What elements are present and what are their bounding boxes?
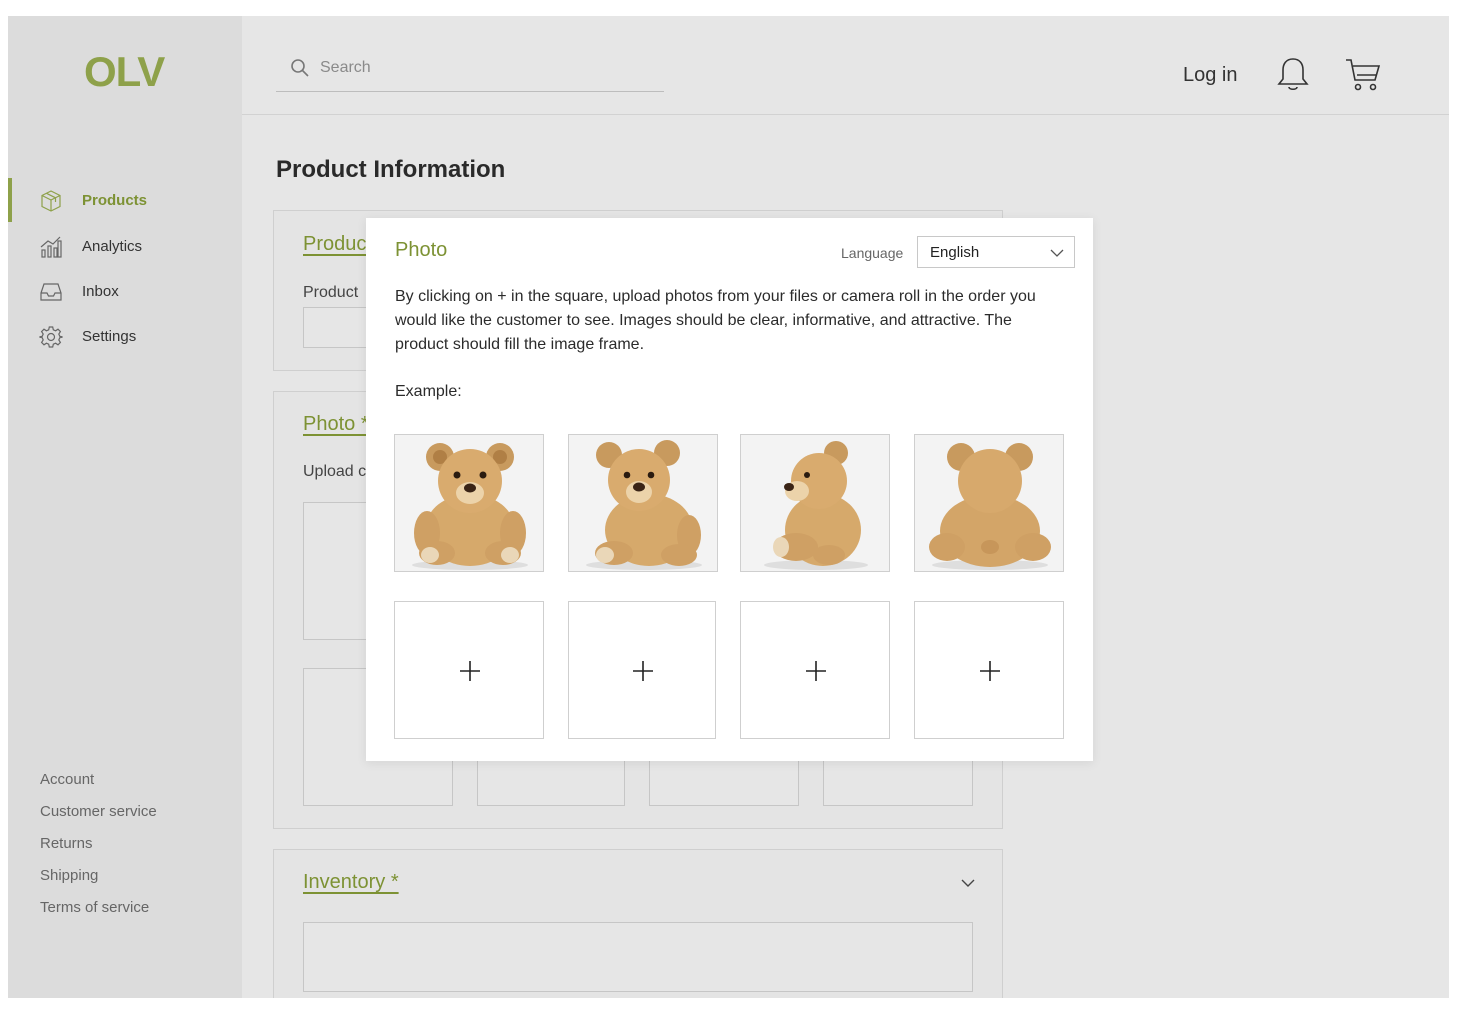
sidebar-item-label: Analytics: [82, 238, 143, 255]
chevron-down-icon[interactable]: [960, 878, 976, 888]
header: Log in: [242, 16, 1449, 115]
footer-link-shipping[interactable]: Shipping: [40, 866, 157, 898]
photo-section-hint: Upload c: [303, 463, 367, 480]
gear-icon: [39, 326, 63, 348]
chart-icon: [40, 236, 62, 258]
login-link[interactable]: Log in: [1183, 64, 1238, 87]
upload-slot-4[interactable]: [914, 601, 1064, 739]
example-label: Example:: [395, 383, 462, 400]
example-image-back: [914, 434, 1064, 572]
sidebar-item-products[interactable]: Products: [8, 178, 242, 222]
photo-section-title[interactable]: Photo *: [303, 413, 369, 436]
logo[interactable]: OLV: [84, 48, 165, 96]
inventory-section-card: Inventory *: [273, 849, 1003, 998]
sidebar-item-inbox[interactable]: Inbox: [8, 269, 242, 313]
example-image-angled: [568, 434, 718, 572]
search-icon: [291, 59, 309, 77]
sidebar-item-label: Settings: [82, 328, 137, 345]
package-icon: [41, 190, 61, 212]
footer-links: Account Customer service Returns Shippin…: [40, 770, 157, 930]
bell-icon[interactable]: [1276, 56, 1310, 92]
footer-link-terms[interactable]: Terms of service: [40, 898, 157, 930]
upload-slot-2[interactable]: [568, 601, 716, 739]
language-label: Language: [841, 245, 904, 261]
search-input[interactable]: [320, 54, 650, 82]
plus-icon: [806, 661, 826, 681]
footer-link-customer-service[interactable]: Customer service: [40, 802, 157, 834]
plus-icon: [980, 661, 1000, 681]
footer-link-returns[interactable]: Returns: [40, 834, 157, 866]
inventory-section-title[interactable]: Inventory *: [303, 871, 399, 894]
language-select[interactable]: English: [917, 236, 1075, 268]
upload-slot-3[interactable]: [740, 601, 890, 739]
footer-link-account[interactable]: Account: [40, 770, 157, 802]
sidebar-item-settings[interactable]: Settings: [8, 314, 242, 358]
inbox-icon: [40, 283, 62, 301]
chevron-down-icon: [1050, 249, 1064, 257]
product-section-title[interactable]: Produc: [303, 233, 366, 256]
sidebar-item-label: Products: [82, 192, 148, 209]
sidebar-item-label: Inbox: [82, 283, 119, 300]
cart-icon[interactable]: [1345, 58, 1381, 92]
modal-title: Photo: [395, 239, 448, 261]
sidebar-item-analytics[interactable]: Analytics: [8, 224, 242, 268]
example-image-front: [394, 434, 544, 572]
modal-description: By clicking on + in the square, upload p…: [395, 288, 1036, 353]
inventory-input[interactable]: [303, 922, 973, 992]
product-field-label: Product: [303, 284, 359, 301]
plus-icon: [460, 661, 480, 681]
language-value: English: [930, 244, 980, 261]
photo-modal: Photo Language English By clicking on + …: [366, 218, 1093, 761]
upload-slot-1[interactable]: [394, 601, 544, 739]
sidebar: OLV Products Analytics Inbox Settings Ac…: [8, 16, 242, 998]
search-bar: [276, 52, 664, 92]
page-title: Product Information: [276, 156, 506, 183]
plus-icon: [633, 661, 653, 681]
example-image-side: [740, 434, 890, 572]
app-frame: OLV Products Analytics Inbox Settings Ac…: [8, 16, 1449, 998]
